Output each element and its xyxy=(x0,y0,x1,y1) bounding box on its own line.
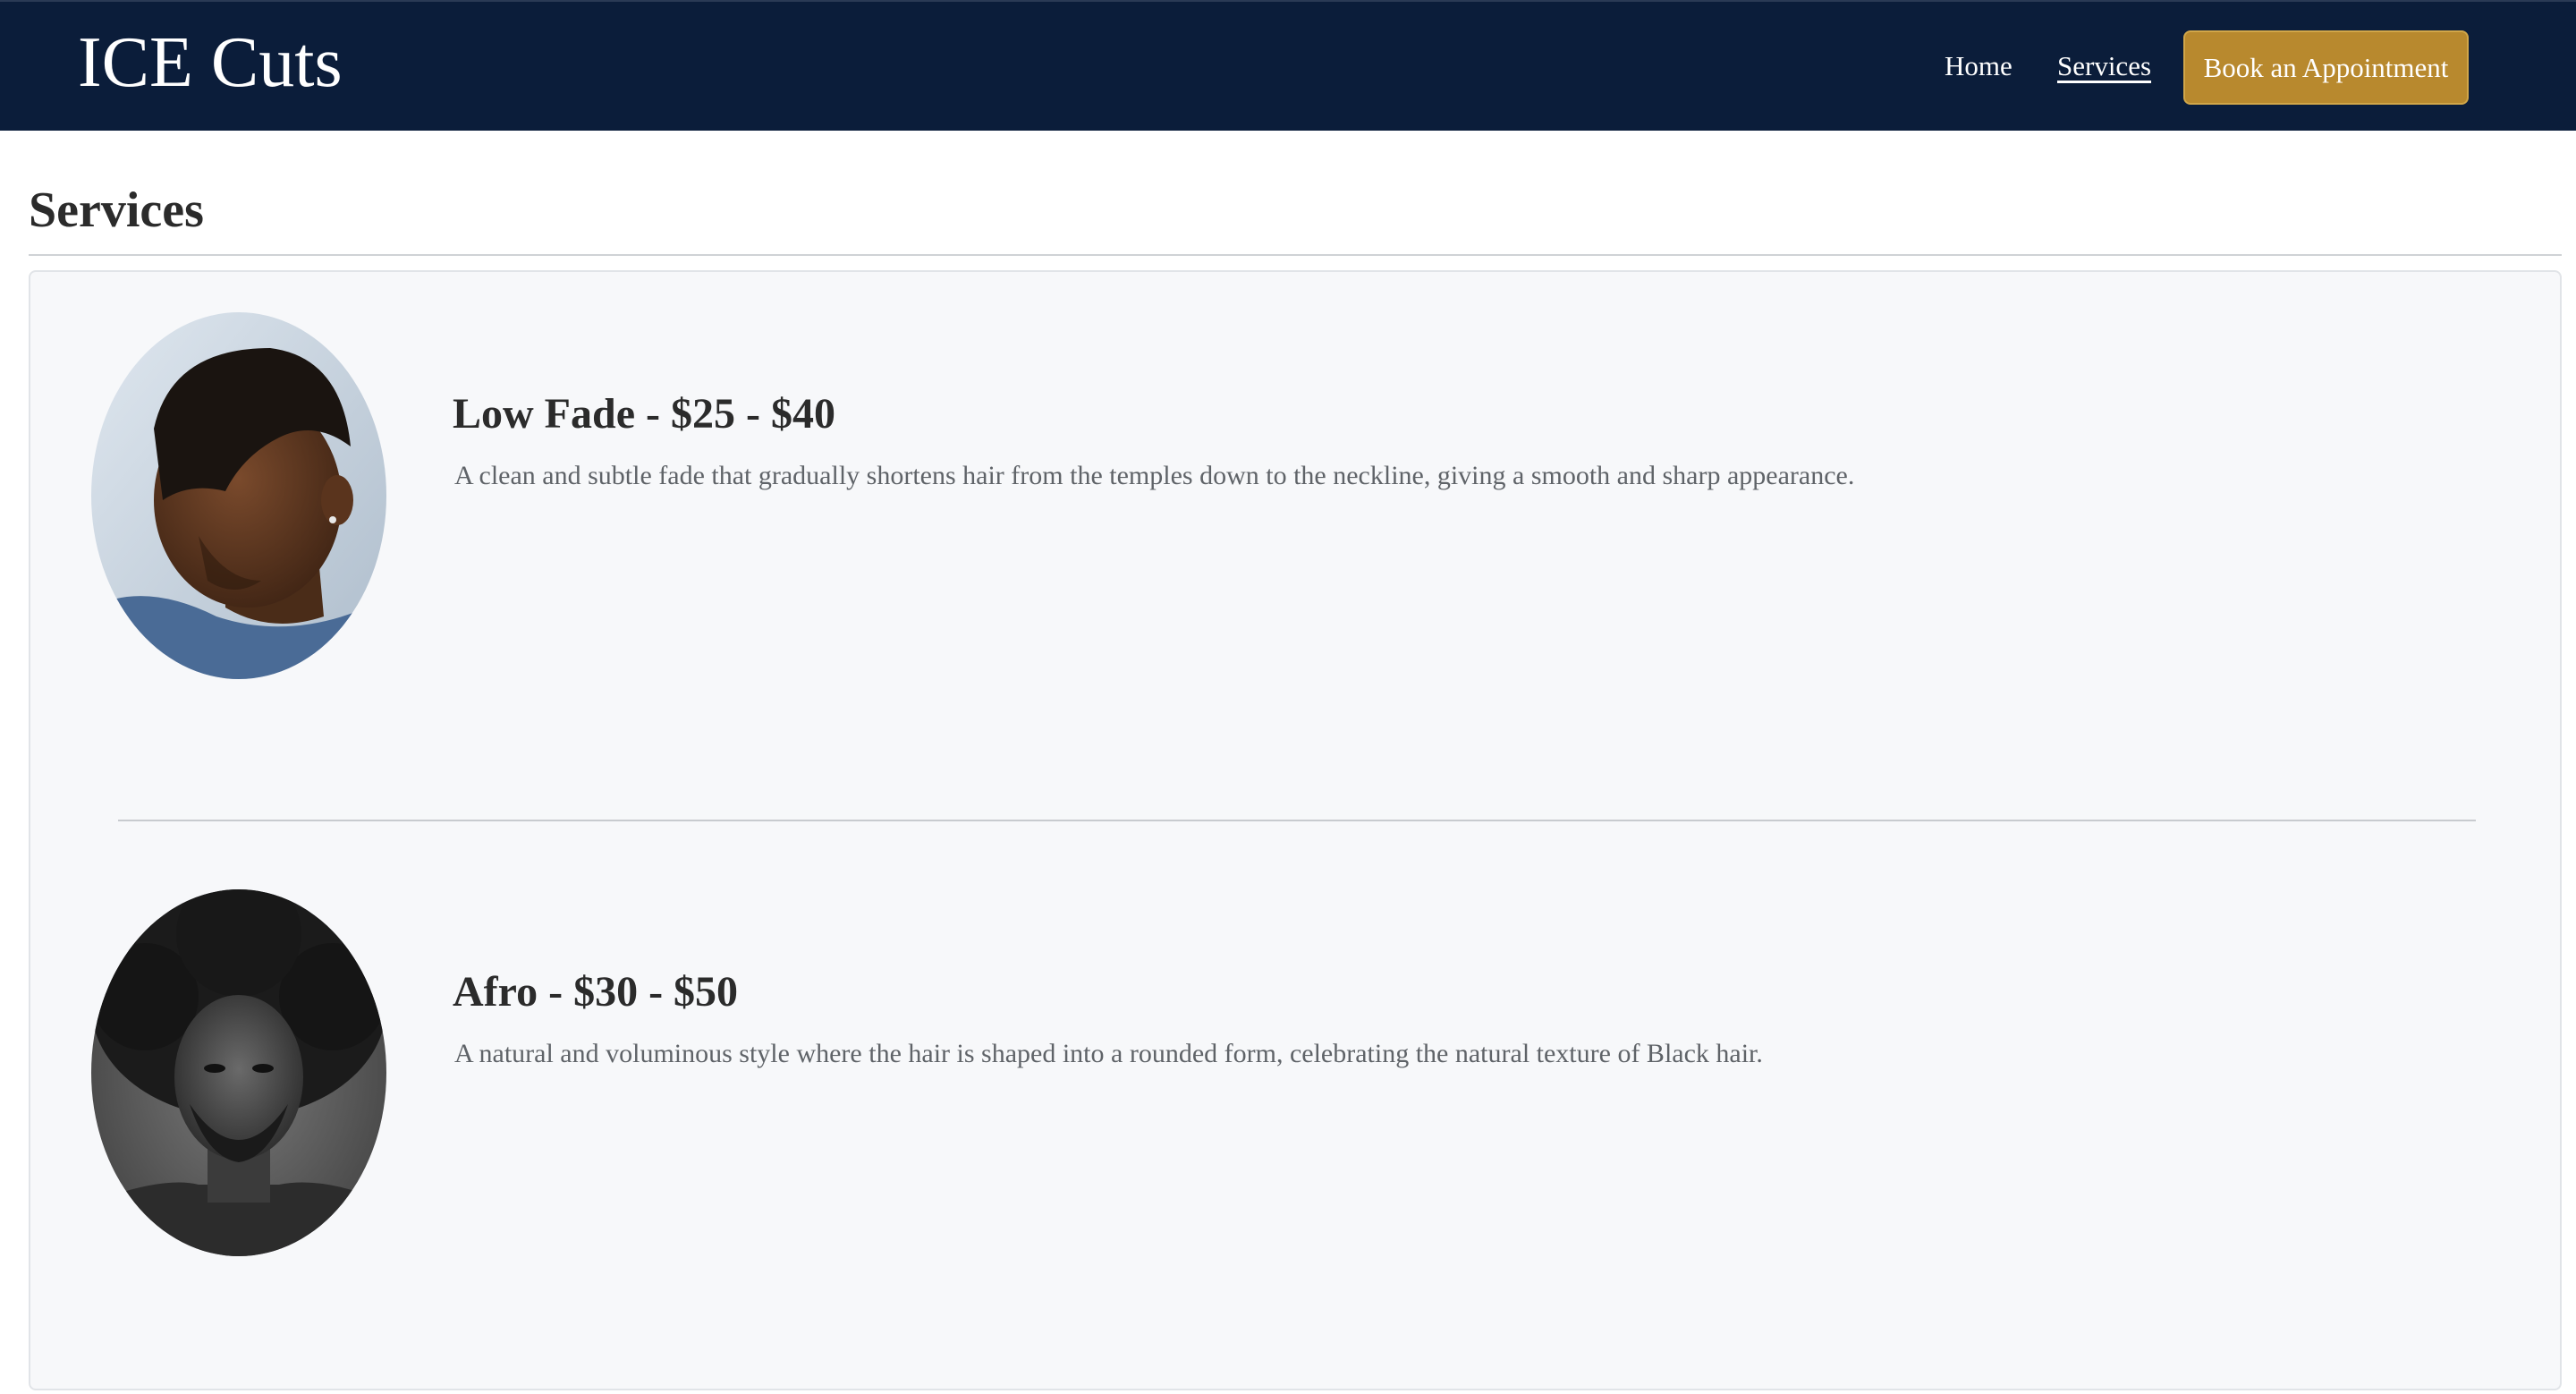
low-fade-photo xyxy=(91,312,386,679)
top-navbar: ICE Cuts Home Services Book an Appointme… xyxy=(0,0,2576,131)
service-title: Afro - $30 - $50 xyxy=(453,968,739,1016)
book-appointment-button[interactable]: Book an Appointment xyxy=(2183,30,2469,105)
nav-link-services[interactable]: Services xyxy=(2057,45,2151,88)
afro-image xyxy=(91,889,386,1256)
service-divider xyxy=(118,820,2476,821)
page-title: Services xyxy=(29,183,204,238)
service-description: A clean and subtle fade that gradually s… xyxy=(454,461,1855,490)
afro-photo xyxy=(91,889,386,1256)
brand-logo[interactable]: ICE Cuts xyxy=(78,18,343,107)
low-fade-image xyxy=(91,312,386,679)
service-description: A natural and voluminous style where the… xyxy=(454,1039,1763,1068)
services-list: Low Fade - $25 - $40 A clean and subtle … xyxy=(29,270,2562,1390)
title-divider xyxy=(29,254,2562,256)
nav-link-home[interactable]: Home xyxy=(1945,45,2012,88)
service-title: Low Fade - $25 - $40 xyxy=(453,390,835,438)
